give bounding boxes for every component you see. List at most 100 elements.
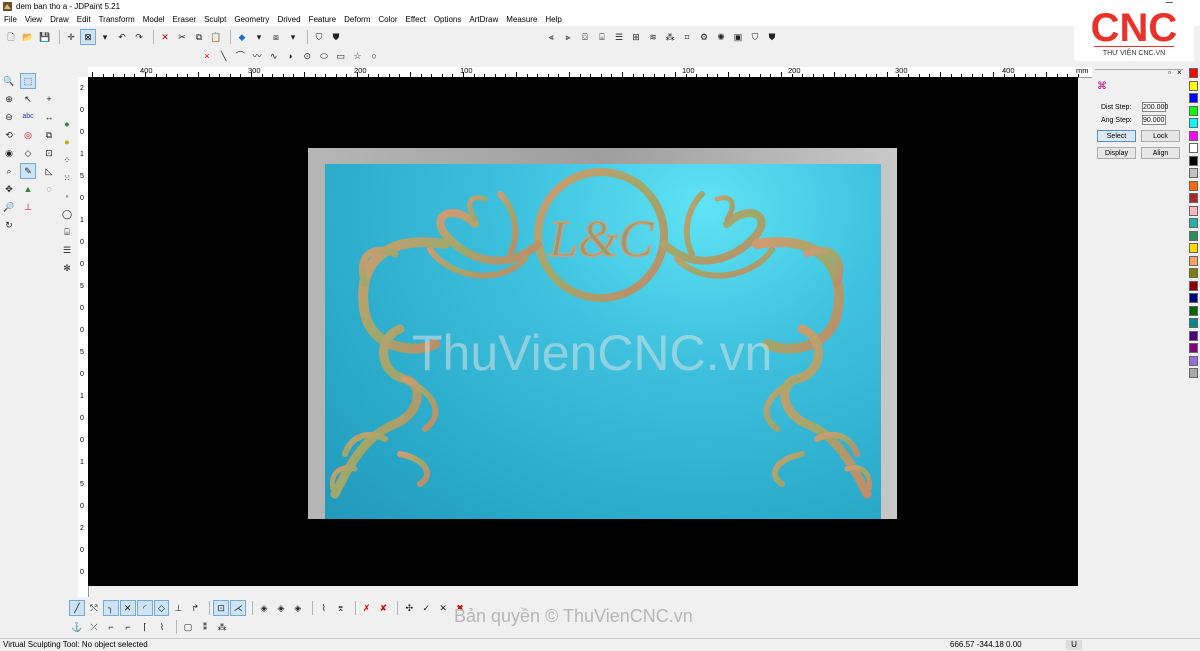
rotate-icon[interactable]: ↻ — [2, 218, 16, 232]
shield-icon[interactable]: ⛉ — [748, 30, 762, 44]
box-icon[interactable]: ▣ — [731, 30, 745, 44]
diamond-c-icon[interactable]: ◈ — [291, 601, 305, 615]
spray-tool-icon[interactable]: ⁘ — [60, 153, 74, 167]
menu-draw[interactable]: Draw — [46, 13, 73, 26]
smooth-icon[interactable]: ◯ — [60, 207, 74, 221]
curve-node-icon[interactable]: ⌇ — [155, 620, 169, 634]
brush-icon[interactable]: ✎ — [20, 163, 36, 179]
color-swatch[interactable] — [1189, 80, 1198, 91]
diamond-a-icon[interactable]: ◈ — [257, 601, 271, 615]
light-bulb-icon[interactable]: ● — [60, 117, 74, 131]
menu-options[interactable]: Options — [430, 13, 466, 26]
menu-artdraw[interactable]: ArtDraw — [465, 13, 502, 26]
menu-feature[interactable]: Feature — [305, 13, 341, 26]
dist-step-input[interactable]: 200.000 — [1142, 102, 1168, 112]
gear-icon[interactable]: ⚙ — [697, 30, 711, 44]
color-swatch[interactable] — [1189, 230, 1198, 241]
color-swatch[interactable] — [1189, 243, 1198, 253]
split-icon[interactable]: ⤫ — [87, 620, 101, 634]
align-button[interactable]: Align — [1141, 147, 1180, 159]
menu-edit[interactable]: Edit — [73, 13, 95, 26]
color-swatch[interactable] — [1189, 293, 1198, 303]
corner-b-icon[interactable]: ⌐ — [121, 620, 135, 634]
color-swatch[interactable] — [1189, 205, 1198, 216]
corner-icon[interactable]: ⌐ — [104, 620, 118, 634]
pan-icon[interactable]: ✥ — [2, 182, 16, 196]
cylinder-tool-icon[interactable]: ⌸ — [60, 225, 74, 239]
copy-transform-icon[interactable]: ⧉ — [42, 128, 56, 142]
color-swatch[interactable] — [1189, 343, 1198, 353]
zoom-prev-icon[interactable]: ⟲ — [2, 128, 16, 142]
color-swatch[interactable] — [1189, 118, 1198, 128]
bulb-icon[interactable]: ● — [60, 135, 74, 149]
color-swatch[interactable] — [1189, 355, 1198, 366]
new-file-icon[interactable]: 🗋 — [4, 30, 18, 44]
point-icon[interactable]: × — [200, 49, 214, 63]
magnifier-icon[interactable]: 🔎 — [2, 200, 16, 214]
menu-transform[interactable]: Transform — [95, 13, 139, 26]
arc-icon[interactable]: ⌒ — [233, 49, 247, 63]
menu-eraser[interactable]: Eraser — [169, 13, 201, 26]
color-swatch[interactable] — [1189, 155, 1198, 166]
color-swatch[interactable] — [1189, 218, 1198, 228]
color-swatch[interactable] — [1189, 268, 1198, 278]
stretch-icon[interactable]: ↔ — [42, 110, 56, 124]
align-left-icon[interactable]: ⫷ — [544, 30, 558, 44]
cut-icon[interactable]: ✂ — [175, 30, 189, 44]
chevron-down-icon[interactable]: ▾ — [98, 30, 112, 44]
check-node-icon[interactable]: ✓ — [419, 601, 433, 615]
eye-icon[interactable]: ◉ — [2, 146, 16, 160]
tree-icon[interactable]: ▲ — [21, 182, 35, 196]
menu-drived[interactable]: Drived — [273, 13, 304, 26]
shield-filled-icon[interactable]: ⛊ — [765, 30, 779, 44]
cube-view-icon[interactable]: ◆ — [235, 30, 249, 44]
save-icon[interactable]: 💾 — [38, 30, 52, 44]
zoom-in-icon[interactable]: ⊕ — [2, 92, 16, 106]
cylinder-icon[interactable]: ⌸ — [595, 30, 609, 44]
color-swatch[interactable] — [1189, 143, 1198, 153]
slant-icon[interactable]: ◺ — [42, 164, 56, 178]
menu-model[interactable]: Model — [139, 13, 169, 26]
rectangle-icon[interactable]: ▭ — [334, 49, 348, 63]
ang-step-input[interactable]: 90.000 — [1142, 115, 1166, 125]
zoom-all-icon[interactable]: ⌕ — [2, 164, 16, 178]
extend-icon[interactable]: ↱ — [188, 601, 202, 615]
redo-icon[interactable]: ↷ — [132, 30, 146, 44]
star-node-icon[interactable]: ✣ — [402, 601, 416, 615]
cross-arrow-icon[interactable]: ✘ — [377, 601, 391, 615]
box-node-icon[interactable]: ▢ — [181, 620, 195, 634]
ellipse-icon[interactable]: ⬭ — [317, 49, 331, 63]
shield-filled-icon[interactable]: ⛊ — [329, 30, 343, 44]
gear-tool-icon[interactable]: ✻ — [60, 261, 74, 275]
color-swatch[interactable] — [1189, 130, 1198, 141]
color-swatch[interactable] — [1189, 305, 1198, 316]
menu-help[interactable]: Help — [541, 13, 565, 26]
polyline-icon[interactable]: 〰 — [250, 49, 264, 63]
menu-effect[interactable]: Effect — [402, 13, 430, 26]
node-icon[interactable]: ⊡ — [213, 600, 230, 616]
line-edit-icon[interactable]: ╱ — [69, 600, 85, 616]
color-swatch[interactable] — [1189, 193, 1198, 203]
chevron-down-icon[interactable]: ▾ — [286, 30, 300, 44]
fillet-icon[interactable]: ╮ — [102, 600, 119, 616]
curve-icon[interactable]: ∿ — [267, 49, 281, 63]
move-icon[interactable]: + — [42, 92, 56, 106]
cross-node-icon[interactable]: ✕ — [436, 601, 450, 615]
color-swatch[interactable] — [1189, 93, 1198, 103]
copy-icon[interactable]: ⧉ — [192, 30, 206, 44]
menu-measure[interactable]: Measure — [502, 13, 541, 26]
tangent-icon[interactable]: ⌇ — [317, 601, 331, 615]
text-tool-icon[interactable]: abc — [21, 110, 35, 124]
half-circle-icon[interactable]: ◗ — [284, 49, 298, 63]
shield-icon[interactable]: ⛉ — [312, 30, 326, 44]
join-icon[interactable]: ⋌ — [230, 600, 247, 616]
scale-icon[interactable]: ⊡ — [42, 146, 56, 160]
menu-color[interactable]: Color — [374, 13, 401, 26]
display-button[interactable]: Display — [1097, 147, 1136, 159]
intersect-icon[interactable]: ✕ — [119, 600, 136, 616]
arc-edit-icon[interactable]: ◜ — [136, 600, 153, 616]
crosshair-icon[interactable]: ✛ — [64, 30, 78, 44]
color-swatch[interactable] — [1189, 168, 1198, 178]
perpendicular-icon[interactable]: ⊥ — [171, 601, 185, 615]
corner-c-icon[interactable]: ⌈ — [138, 620, 152, 634]
